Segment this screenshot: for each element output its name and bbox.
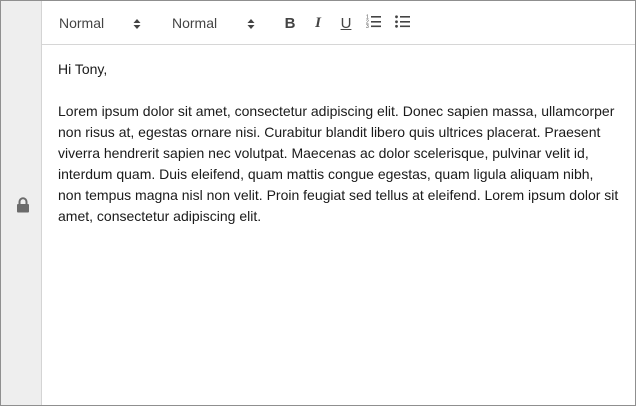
ordered-list-button[interactable]: 1 2 3	[364, 13, 384, 33]
underline-button[interactable]: U	[336, 13, 356, 33]
rich-text-editor-frame: Normal Normal B I U 1 2 3 Hi Tony, Lorem…	[0, 0, 636, 406]
bullet-list-icon	[395, 14, 411, 33]
bold-icon: B	[284, 14, 296, 32]
up-down-arrows-icon	[247, 17, 255, 29]
underline-icon: U	[340, 14, 352, 32]
up-down-arrows-icon	[133, 17, 141, 29]
header-picker[interactable]: Normal	[59, 1, 147, 45]
lock-icon	[16, 197, 30, 213]
editor-content[interactable]: Hi Tony, Lorem ipsum dolor sit amet, con…	[42, 45, 635, 405]
bullet-list-button[interactable]	[393, 13, 413, 33]
locked-gutter	[1, 1, 42, 405]
header-picker-label: Normal	[59, 15, 105, 31]
bold-button[interactable]: B	[280, 13, 300, 33]
italic-button[interactable]: I	[308, 13, 328, 33]
size-picker-label: Normal	[172, 15, 218, 31]
italic-icon: I	[315, 14, 321, 31]
editor-toolbar: Normal Normal B I U 1 2 3	[42, 1, 635, 45]
ordered-list-icon: 1 2 3	[366, 14, 382, 33]
svg-text:3: 3	[366, 24, 369, 28]
body-paragraph: Lorem ipsum dolor sit amet, consectetur …	[58, 103, 619, 224]
greeting-line: Hi Tony,	[58, 61, 108, 77]
size-picker[interactable]: Normal	[172, 1, 260, 45]
